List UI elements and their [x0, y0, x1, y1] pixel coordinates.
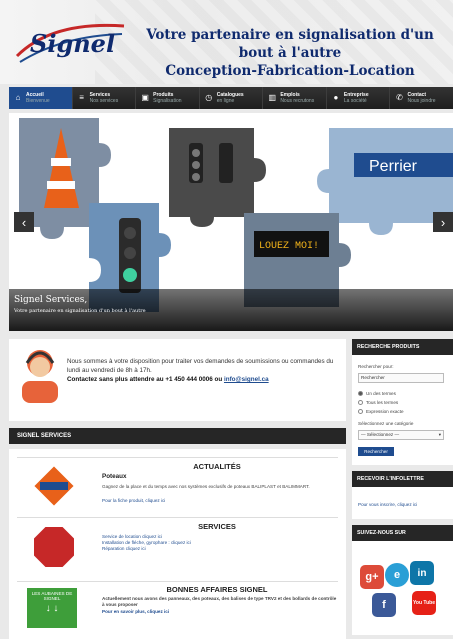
nav-item-emplois[interactable]: ▥ Emplois Nous recrutons: [263, 87, 327, 109]
nav-subtitle: Nous joindre: [407, 98, 436, 104]
nav-subtitle: Nous recrutons: [280, 98, 315, 104]
nav-subtitle: Signalisation: [153, 98, 182, 104]
contact-text: Nous sommes à votre disposition pour tra…: [67, 357, 342, 384]
newsletter-title: RECEVOIR L'INFOLETTRE: [352, 471, 453, 487]
down-arrow-icon: ↓ ↓: [45, 603, 59, 614]
box-icon: ▣: [141, 93, 149, 102]
search-button[interactable]: Rechercher: [358, 447, 394, 456]
facebook-icon[interactable]: f: [372, 593, 396, 617]
puzzle-piece-traffic-light: [169, 128, 266, 227]
contact-email-link[interactable]: info@signel.ca: [224, 376, 269, 383]
nav-item-services[interactable]: ≡ Services Nos services: [73, 87, 137, 109]
radio-dot: [358, 409, 363, 414]
nav-subtitle: Bienvenue: [26, 98, 50, 104]
phone-icon: ✆: [396, 93, 403, 102]
email-icon[interactable]: e: [385, 563, 409, 587]
search-label: Rechercher pour:: [358, 364, 394, 369]
product-search-box: RECHERCHE PRODUITS Rechercher pour: Rech…: [352, 339, 453, 465]
contact-cta: Contactez sans plus attendre au +1 450 4…: [67, 376, 223, 383]
nav-subtitle: Nos services: [89, 98, 119, 104]
service-description[interactable]: Service de location cliquez ici Installa…: [102, 534, 337, 552]
chart-icon: ▥: [268, 93, 277, 102]
service-description: Actuellement nous avons des panneaux, de…: [102, 596, 337, 607]
google-plus-icon[interactable]: g+: [360, 565, 384, 589]
slider-prev-button[interactable]: ‹: [14, 212, 34, 232]
caption-subtitle: Votre partenaire en signalisation d'un b…: [14, 308, 146, 314]
newsletter-box: RECEVOIR L'INFOLETTRE Pour vous inscrire…: [352, 471, 453, 519]
service-row-services: SERVICES Service de location cliquez ici…: [17, 517, 338, 573]
main-nav: ⌂ Accueil Bienvenue ≡ Services Nos service…: [9, 87, 453, 109]
service-heading: ACTUALITÉS: [193, 462, 241, 471]
street-sign-text: Perrier: [369, 158, 418, 175]
chevron-down-icon: ▾: [438, 432, 441, 437]
category-label: Sélectionnez une catégorie: [358, 421, 414, 426]
radio-label: Tous les termes: [366, 400, 399, 405]
linkedin-icon[interactable]: in: [410, 561, 434, 585]
customer-service-avatar: [22, 350, 58, 403]
services-stop-badge-icon[interactable]: [31, 524, 77, 570]
list-icon: ≡: [79, 93, 84, 102]
radio-dot: [358, 391, 363, 396]
header-tagline: Votre partenaire en signalisation d'un b…: [130, 26, 450, 80]
nav-subtitle: en ligne: [216, 98, 235, 104]
home-icon: ⌂: [15, 93, 21, 102]
actualites-badge-icon[interactable]: [31, 463, 77, 509]
service-heading: SERVICES: [198, 522, 236, 531]
nav-item-contact[interactable]: ✆ Contact Nous joindre: [390, 87, 453, 109]
newsletter-link[interactable]: Pour vous inscrire, cliquez ici: [358, 502, 417, 507]
caption-title: Signel Services,: [14, 295, 88, 305]
nav-subtitle: La société: [343, 98, 367, 104]
social-title: SUIVEZ-NOUS SUR: [352, 525, 453, 541]
radio-all-terms[interactable]: Tous les termes: [358, 400, 398, 405]
social-box: SUIVEZ-NOUS SUR g+ e in f You Tube: [352, 525, 453, 635]
service-subheading: Poteaux: [102, 473, 127, 480]
slider-next-button[interactable]: ›: [433, 212, 453, 232]
service-heading: BONNES AFFAIRES SIGNEL: [166, 585, 268, 594]
category-select-value: — Sélectionnez —: [361, 432, 400, 437]
tagline-line-2: Conception-Fabrication-Location: [165, 63, 415, 79]
services-bar: SIGNEL SERVICES: [9, 428, 346, 444]
service-description: Gagnez de la place et du temps avec nos …: [102, 484, 310, 489]
service-row-aubaines: LES AUBAINES DE SIGNEL ↓ ↓ BONNES AFFAIR…: [17, 581, 338, 637]
radio-label: Expression exacte: [366, 409, 404, 414]
hero-slider[interactable]: Perrier LOUEZ MOI! Signel Services, Votr…: [9, 113, 453, 331]
nav-item-catalogues[interactable]: ◷ Catalogues en ligne: [200, 87, 264, 109]
circle-icon: ●: [333, 93, 339, 102]
nav-item-accueil[interactable]: ⌂ Accueil Bienvenue: [9, 87, 73, 109]
radio-dot: [358, 400, 363, 405]
service-link[interactable]: Pour la fiche produit, cliquez ici: [102, 498, 337, 504]
product-search-title: RECHERCHE PRODUITS: [352, 339, 453, 355]
clock-icon: ◷: [205, 93, 213, 102]
contact-box: Nous sommes à votre disposition pour tra…: [9, 339, 346, 421]
service-row-actualites: ACTUALITÉS Poteaux Gagnez de la place et…: [17, 457, 338, 513]
slider-caption: Signel Services, Votre partenaire en sig…: [9, 289, 453, 331]
radio-exact-phrase[interactable]: Expression exacte: [358, 409, 404, 414]
tagline-line-1: Votre partenaire en signalisation d'un b…: [146, 27, 434, 61]
aubaines-badge[interactable]: LES AUBAINES DE SIGNEL ↓ ↓: [27, 588, 77, 628]
nav-item-entreprise[interactable]: ● Entreprise La société: [327, 87, 391, 109]
logo-text: Signel: [30, 29, 115, 58]
youtube-icon[interactable]: You Tube: [412, 591, 436, 615]
services-panel: ACTUALITÉS Poteaux Gagnez de la place et…: [9, 449, 346, 639]
nav-item-produits[interactable]: ▣ Produits Signalisation: [136, 87, 200, 109]
search-input[interactable]: Rechercher: [358, 373, 444, 383]
service-link[interactable]: Pour en savoir plus, cliquez ici: [102, 609, 337, 615]
sign-text: LOUEZ MOI!: [259, 241, 319, 252]
main-content: Nous sommes à votre disposition pour tra…: [9, 339, 346, 639]
category-select[interactable]: — Sélectionnez — ▾: [358, 430, 444, 440]
contact-message: Nous sommes à votre disposition pour tra…: [67, 358, 334, 374]
radio-any-term[interactable]: Un des termes: [358, 391, 396, 396]
signel-logo[interactable]: Signel: [12, 16, 132, 68]
radio-label: Un des termes: [366, 391, 396, 396]
site-header: Signel Votre partenaire en signalisation…: [0, 0, 453, 84]
aubaines-badge-text: LES AUBAINES DE SIGNEL: [31, 591, 73, 601]
